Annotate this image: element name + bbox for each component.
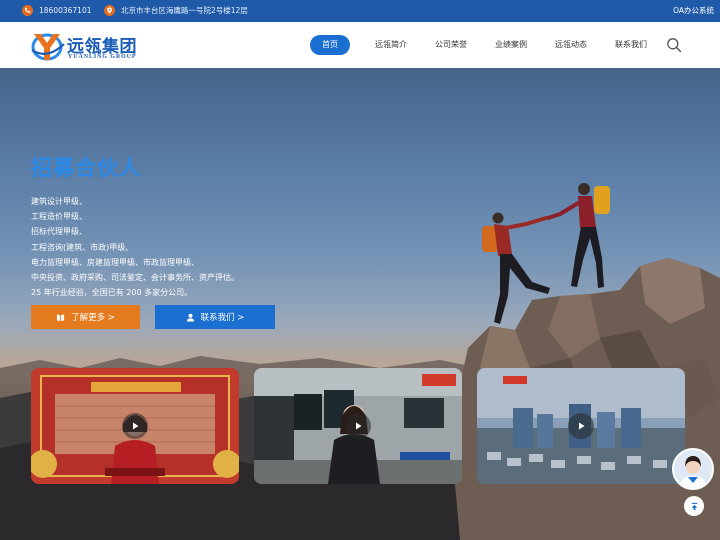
contact-us-button[interactable]: 联系我们 > — [155, 305, 275, 329]
play-button[interactable] — [568, 413, 594, 439]
learn-more-label: 了解更多 > — [71, 313, 115, 323]
oa-system-link[interactable]: OA办公系统 — [673, 5, 714, 16]
logo-mark-icon — [31, 33, 65, 61]
top-phone: 18600367101 — [22, 5, 92, 16]
hero-line: 25 年行业经验，全国已有 200 多家分公司。 — [31, 288, 193, 298]
hero-title: 招募合伙人 — [31, 156, 141, 180]
site-header: 远瓴集团 YUANLING GROUP 首页 远瓴简介 公司荣誉 业绩案例 远瓴… — [0, 22, 720, 68]
logo-name-en: YUANLING GROUP — [68, 54, 137, 60]
hero-line: 工程咨询(建筑、市政)甲级、 — [31, 242, 134, 252]
agent-avatar-icon — [674, 450, 712, 488]
phone-icon — [22, 5, 33, 16]
contact-us-label: 联系我们 > — [200, 313, 245, 323]
hero-line: 电力监理甲级、房建监理甲级、市政监理甲级、 — [31, 257, 199, 267]
logo[interactable]: 远瓴集团 YUANLING GROUP — [30, 30, 150, 62]
back-to-top-button[interactable] — [684, 496, 704, 516]
customer-service-avatar[interactable] — [672, 448, 714, 490]
hero-description: 建筑设计甲级、 工程造价甲级、 招标代理甲级、 工程咨询(建筑、市政)甲级、 电… — [31, 194, 239, 300]
hero-line: 建筑设计甲级、 — [31, 197, 87, 206]
user-icon — [186, 313, 194, 322]
hero-line: 中央投资、政府采购、司法鉴定、会计事务所、资产评估。 — [31, 273, 239, 283]
video-card-2[interactable] — [254, 368, 462, 484]
nav-item-news[interactable]: 远瓴动态 — [550, 35, 592, 55]
top-address: 北京市丰台区海鹰路一号院2号楼12层 — [104, 5, 248, 16]
nav-item-cases[interactable]: 业绩案例 — [490, 35, 532, 55]
search-icon[interactable] — [666, 37, 682, 53]
play-icon — [356, 422, 362, 430]
location-icon — [104, 5, 115, 16]
play-button[interactable] — [345, 413, 371, 439]
top-bar: 18600367101 北京市丰台区海鹰路一号院2号楼12层 OA办公系统 — [0, 0, 720, 22]
hero-line: 招标代理甲级、 — [31, 227, 87, 237]
main-nav: 首页 远瓴简介 公司荣誉 业绩案例 远瓴动态 联系我们 — [310, 35, 652, 55]
nav-item-home[interactable]: 首页 — [310, 35, 350, 55]
nav-item-honors[interactable]: 公司荣誉 — [430, 35, 472, 55]
phone-number: 18600367101 — [39, 6, 92, 15]
play-button[interactable] — [122, 413, 148, 439]
book-icon — [56, 313, 65, 321]
hero-banner: 招募合伙人 建筑设计甲级、 工程造价甲级、 招标代理甲级、 工程咨询(建筑、市政… — [0, 68, 720, 540]
learn-more-button[interactable]: 了解更多 > — [31, 305, 140, 329]
nav-item-about[interactable]: 远瓴简介 — [370, 35, 412, 55]
play-icon — [133, 422, 139, 430]
video-card-1[interactable] — [31, 368, 239, 484]
play-icon — [579, 422, 585, 430]
hero-line: 工程造价甲级、 — [31, 212, 87, 222]
video-card-3[interactable] — [477, 368, 685, 484]
address-text: 北京市丰台区海鹰路一号院2号楼12层 — [121, 6, 248, 15]
arrow-up-icon — [691, 502, 697, 510]
nav-item-contact[interactable]: 联系我们 — [610, 35, 652, 55]
